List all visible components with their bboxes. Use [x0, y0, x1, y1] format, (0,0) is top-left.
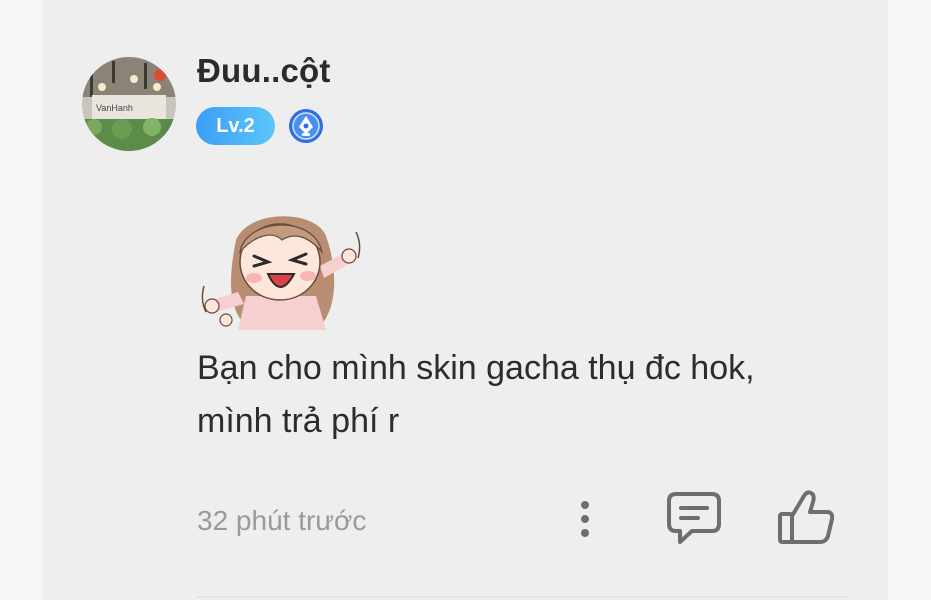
comment-text: Bạn cho mình skin gacha thụ đc hok, mình…	[197, 342, 837, 448]
comment-text-line: Bạn cho mình skin gacha thụ đc hok,	[197, 349, 755, 387]
more-options-button[interactable]	[572, 498, 598, 540]
more-vertical-icon	[581, 501, 589, 537]
timestamp: 32 phút trước	[197, 505, 367, 536]
reply-button[interactable]	[664, 488, 724, 548]
reply-comment-icon	[667, 492, 721, 544]
user-avatar[interactable]: VanHanh	[82, 57, 176, 151]
pen-badge-icon	[288, 108, 324, 144]
thumbs-up-icon	[778, 490, 835, 544]
comment-text-line: mình trả phí r	[197, 402, 400, 440]
like-button[interactable]	[776, 488, 838, 548]
username[interactable]: Đuu..cột	[197, 52, 331, 90]
excited-girl-sticker	[198, 200, 362, 330]
avatar-sign-text: VanHanh	[96, 103, 133, 113]
level-badge: Lv.2	[196, 107, 275, 145]
divider	[197, 596, 847, 598]
